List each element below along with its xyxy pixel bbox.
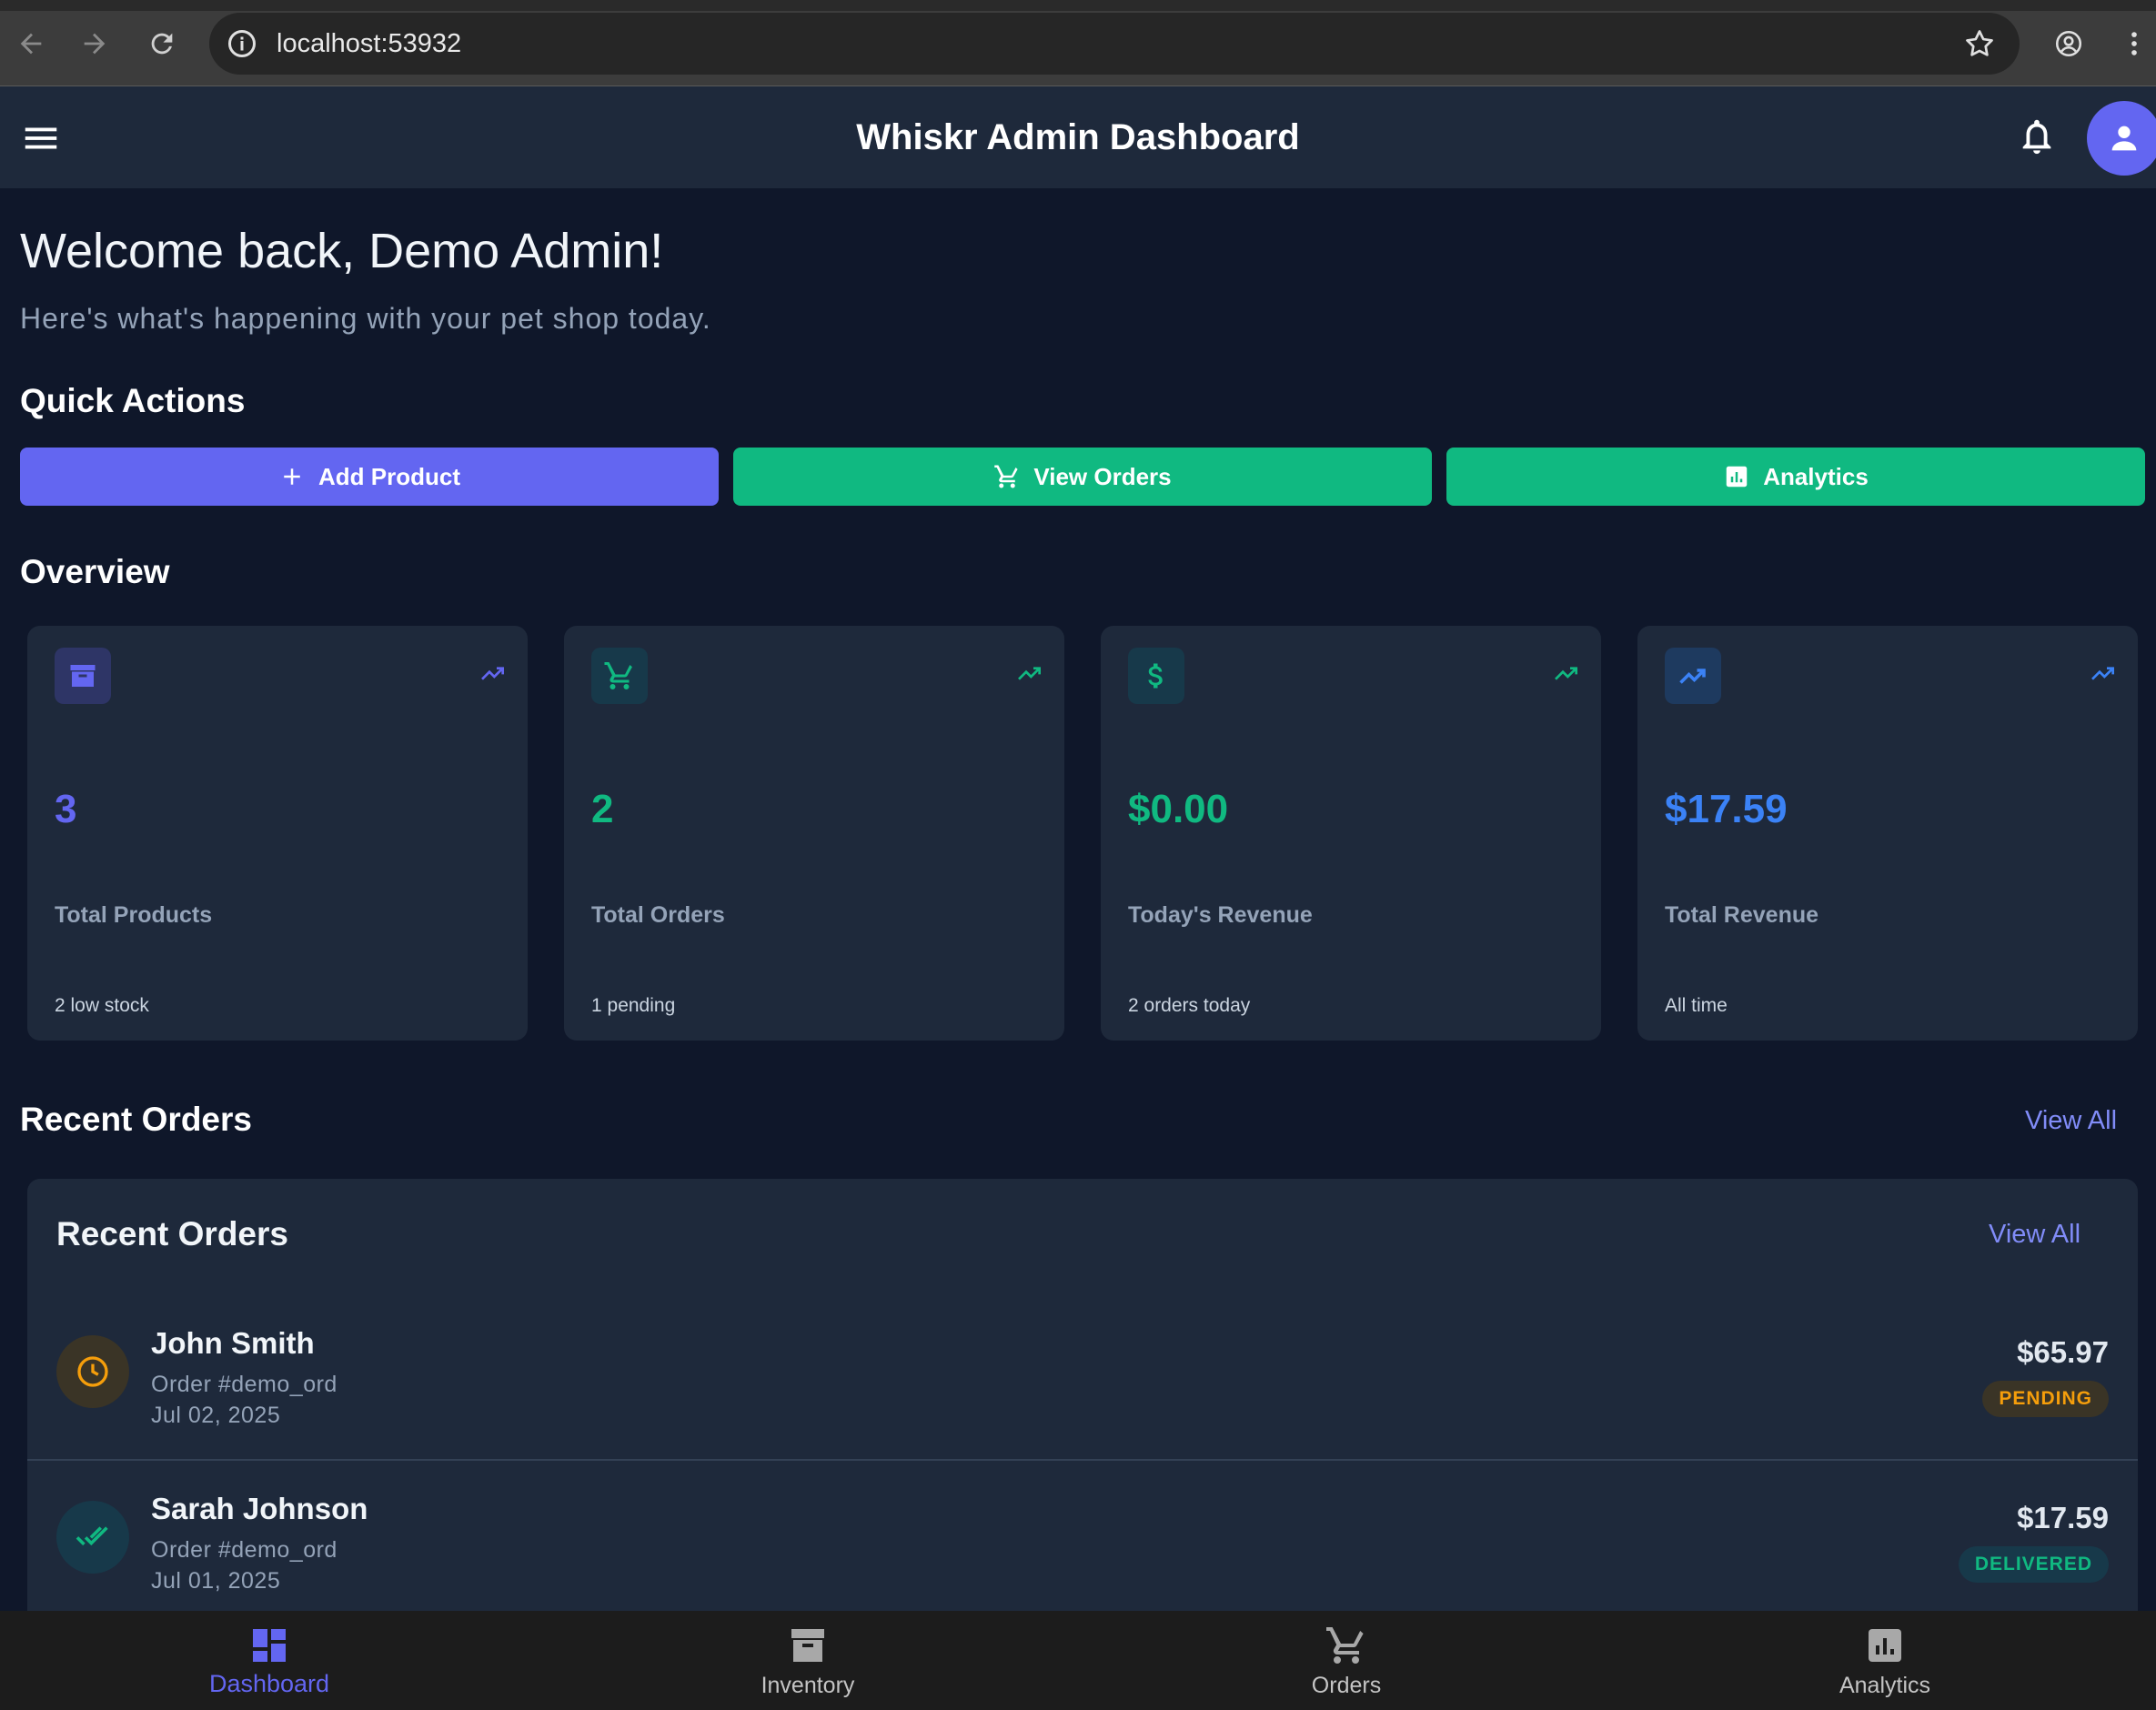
- welcome-subtitle: Here's what's happening with your pet sh…: [20, 302, 711, 335]
- analytics-button[interactable]: Analytics: [1446, 448, 2145, 506]
- clock-icon: [77, 1356, 108, 1387]
- account-circle-icon: [2055, 30, 2082, 57]
- done-all-icon: [76, 1526, 108, 1546]
- stat-value: 2: [591, 787, 614, 831]
- browser-toolbar: localhost:53932: [0, 0, 2156, 86]
- order-row[interactable]: John Smith Order #demo_ord Jul 02, 2025 …: [27, 1297, 2138, 1461]
- nav-item-dashboard[interactable]: Dashboard: [0, 1611, 539, 1710]
- cart-icon: [604, 662, 632, 689]
- nav-item-analytics[interactable]: Analytics: [1616, 1611, 2154, 1710]
- nav-item-inventory[interactable]: Inventory: [539, 1611, 1077, 1710]
- analytics-icon: [1726, 466, 1748, 488]
- trending-up-icon: [1018, 667, 1041, 680]
- trending-up-icon: [481, 667, 504, 680]
- order-status-avatar: [56, 1335, 129, 1408]
- stat-icon-wrap: [1665, 648, 1721, 704]
- back-button[interactable]: [13, 25, 49, 62]
- stat-card-total-orders[interactable]: 2 Total Orders 1 pending: [564, 626, 1064, 1041]
- stat-card-total-revenue[interactable]: $17.59 Total Revenue All time: [1637, 626, 2138, 1041]
- analytics-label: Analytics: [1763, 462, 1869, 490]
- order-amount: $17.59: [2017, 1501, 2109, 1534]
- stat-label: Total Orders: [591, 902, 725, 928]
- user-avatar[interactable]: [2087, 101, 2156, 176]
- recent-orders-section-title: Recent Orders: [20, 1101, 252, 1138]
- site-info-icon[interactable]: [226, 27, 258, 60]
- view-orders-button[interactable]: View Orders: [733, 448, 1432, 506]
- bottom-navigation: Dashboard Inventory Orders Analytics: [0, 1611, 2156, 1710]
- status-badge: DELIVERED: [1958, 1546, 2109, 1583]
- analytics-icon: [1869, 1629, 1901, 1662]
- order-id: Order #demo_ord: [151, 1537, 338, 1563]
- arrow-left-icon: [20, 33, 42, 55]
- profile-button[interactable]: [2050, 25, 2087, 62]
- trending-up-icon: [1555, 667, 1577, 680]
- person-icon: [2111, 126, 2137, 151]
- nav-label: Dashboard: [208, 1670, 330, 1697]
- view-all-orders-link[interactable]: View All: [2025, 1103, 2117, 1138]
- nav-label: Orders: [1311, 1673, 1382, 1698]
- bookmark-star-icon[interactable]: [1963, 27, 1996, 60]
- customer-name: Sarah Johnson: [151, 1492, 368, 1525]
- recent-orders-card-title: Recent Orders: [56, 1215, 288, 1252]
- stat-icon-wrap: [591, 648, 648, 704]
- stat-label: Today's Revenue: [1128, 902, 1313, 928]
- app-bar: Whiskr Admin Dashboard: [0, 86, 2156, 188]
- dashboard-icon: [253, 1629, 286, 1662]
- stat-subtext: 2 low stock: [55, 995, 149, 1016]
- customer-name: John Smith: [151, 1326, 315, 1360]
- reload-button[interactable]: [144, 25, 180, 62]
- welcome-heading: Welcome back, Demo Admin!: [20, 224, 664, 278]
- view-orders-label: View Orders: [1033, 462, 1172, 490]
- nav-label: Inventory: [761, 1673, 855, 1698]
- more-vert-icon: [2131, 32, 2137, 55]
- page: localhost:53932 Whiskr Admin Dashboard W…: [0, 0, 2156, 1710]
- url-text[interactable]: localhost:53932: [277, 25, 461, 62]
- cart-icon: [1326, 1627, 1364, 1664]
- overview-title: Overview: [20, 553, 170, 590]
- order-date: Jul 02, 2025: [151, 1403, 281, 1428]
- trending-up-icon: [2091, 667, 2114, 680]
- order-amount: $65.97: [2017, 1335, 2109, 1369]
- stat-label: Total Revenue: [1665, 902, 1819, 928]
- stat-card-todays-revenue[interactable]: $0.00 Today's Revenue 2 orders today: [1101, 626, 1601, 1041]
- dollar-icon: [1148, 663, 1163, 689]
- order-date: Jul 01, 2025: [151, 1568, 281, 1594]
- trending-up-icon: [1679, 669, 1706, 684]
- browser-menu-button[interactable]: [2116, 25, 2152, 62]
- stat-subtext: 2 orders today: [1128, 995, 1251, 1016]
- quick-actions-title: Quick Actions: [20, 382, 246, 419]
- stat-icon-wrap: [1128, 648, 1184, 704]
- stat-subtext: 1 pending: [591, 995, 676, 1016]
- order-status-avatar: [56, 1501, 129, 1574]
- forward-button[interactable]: [76, 25, 113, 62]
- add-product-button[interactable]: Add Product: [20, 448, 719, 506]
- stat-card-total-products[interactable]: 3 Total Products 2 low stock: [27, 626, 528, 1041]
- reload-icon: [151, 33, 173, 55]
- stat-subtext: All time: [1665, 995, 1728, 1016]
- inventory-icon: [791, 1629, 824, 1662]
- order-row[interactable]: Sarah Johnson Order #demo_ord Jul 01, 20…: [27, 1463, 2138, 1626]
- inventory-icon: [70, 665, 96, 687]
- plus-icon: [284, 468, 300, 485]
- stat-value: $17.59: [1665, 787, 1788, 831]
- stat-icon-wrap: [55, 648, 111, 704]
- cart-icon: [994, 465, 1018, 488]
- arrow-right-icon: [84, 33, 106, 55]
- stat-value: 3: [55, 787, 77, 831]
- order-id: Order #demo_ord: [151, 1372, 338, 1397]
- stat-label: Total Products: [55, 902, 213, 928]
- status-badge: PENDING: [1982, 1381, 2109, 1417]
- notification-bell-icon[interactable]: [2016, 116, 2058, 157]
- stat-value: $0.00: [1128, 787, 1229, 831]
- tab-strip: [0, 0, 2156, 11]
- nav-label: Analytics: [1839, 1673, 1931, 1698]
- card-view-all-link[interactable]: View All: [1989, 1217, 2080, 1252]
- add-product-label: Add Product: [318, 462, 460, 490]
- app-title: Whiskr Admin Dashboard: [856, 117, 1300, 157]
- address-bar[interactable]: localhost:53932: [209, 13, 2020, 75]
- nav-item-orders[interactable]: Orders: [1077, 1611, 1616, 1710]
